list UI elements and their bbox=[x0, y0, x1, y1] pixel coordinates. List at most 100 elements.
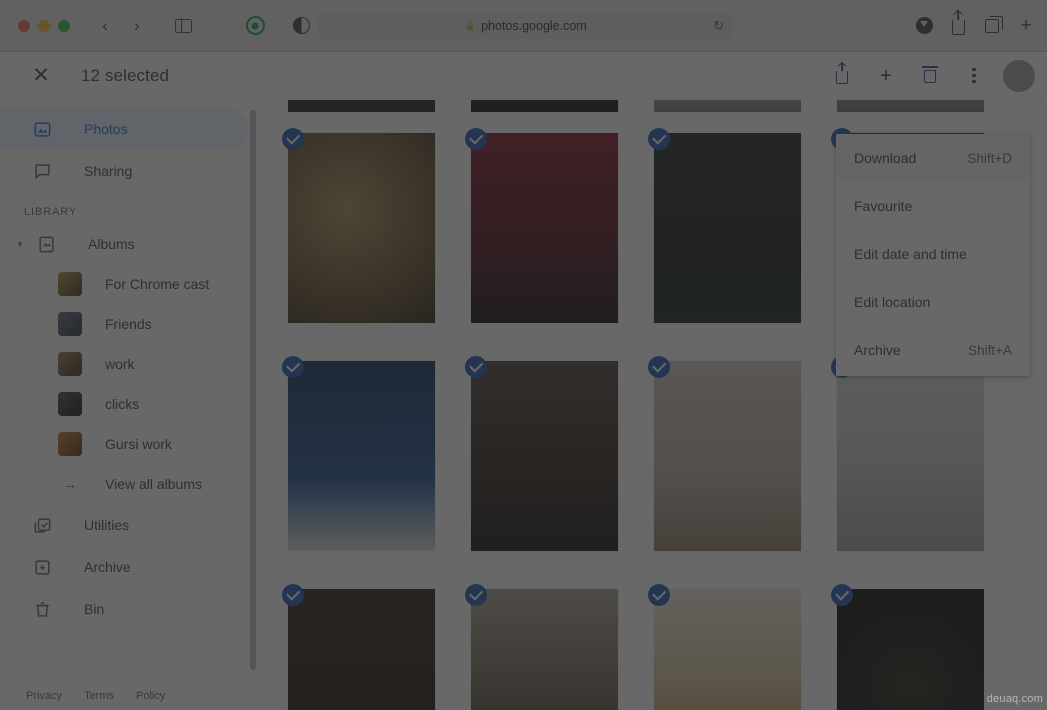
sidebar-item-label: Utilities bbox=[84, 517, 130, 533]
reader-contrast-button[interactable] bbox=[286, 13, 316, 39]
add-to-album-button[interactable]: + bbox=[871, 61, 901, 91]
plus-icon: + bbox=[880, 64, 892, 87]
photo-cell[interactable] bbox=[439, 584, 622, 710]
album-label: Gursi work bbox=[105, 436, 172, 452]
sidebar-item-albums[interactable]: ▾ Albums bbox=[0, 224, 256, 264]
album-list-item[interactable]: Friends bbox=[0, 304, 256, 344]
menu-item-label: Archive bbox=[854, 342, 901, 358]
menu-item-label: Download bbox=[854, 150, 917, 166]
photo-cell[interactable] bbox=[439, 100, 622, 120]
photo-selected-checkmark[interactable] bbox=[648, 128, 670, 150]
photo-thumbnail[interactable] bbox=[288, 589, 435, 710]
photo-cell[interactable] bbox=[256, 100, 439, 120]
forward-button[interactable]: › bbox=[122, 13, 152, 39]
sidebar-item-archive[interactable]: Archive bbox=[0, 546, 248, 588]
album-list-item[interactable]: work bbox=[0, 344, 256, 384]
album-list-item[interactable]: clicks bbox=[0, 384, 256, 424]
bin-icon bbox=[30, 600, 54, 619]
minimize-window-button[interactable] bbox=[38, 19, 50, 32]
menu-item-label: Favourite bbox=[854, 198, 913, 214]
photo-thumbnail[interactable] bbox=[471, 589, 618, 710]
photo-selected-checkmark[interactable] bbox=[648, 584, 670, 606]
photo-selected-checkmark[interactable] bbox=[282, 584, 304, 606]
avatar[interactable] bbox=[1003, 59, 1035, 92]
chevron-right-icon: › bbox=[134, 16, 140, 35]
new-tab-button[interactable]: + bbox=[1011, 13, 1041, 39]
downloads-button[interactable] bbox=[909, 13, 939, 39]
menu-item-edit-location[interactable]: Edit location bbox=[836, 278, 1030, 326]
share-button[interactable] bbox=[943, 13, 973, 39]
sidebar-item-utilities[interactable]: Utilities bbox=[0, 504, 248, 546]
photo-cell[interactable] bbox=[622, 356, 805, 584]
photo-selected-checkmark[interactable] bbox=[465, 356, 487, 378]
contrast-icon bbox=[292, 17, 310, 34]
photo-cell[interactable] bbox=[805, 100, 988, 120]
photo-selected-checkmark[interactable] bbox=[282, 356, 304, 378]
photo-cell[interactable] bbox=[256, 128, 439, 356]
sidebar-item-label: Archive bbox=[84, 559, 131, 575]
reload-icon[interactable]: ↻ bbox=[713, 18, 724, 34]
maximize-window-button[interactable] bbox=[58, 19, 70, 32]
clear-selection-button[interactable]: ✕ bbox=[28, 63, 54, 89]
photo-selected-checkmark[interactable] bbox=[831, 584, 853, 606]
photo-thumbnail[interactable] bbox=[654, 589, 801, 710]
photo-cell[interactable] bbox=[256, 356, 439, 584]
menu-item-download[interactable]: Download Shift+D bbox=[836, 134, 1030, 182]
policy-link[interactable]: Policy bbox=[136, 690, 165, 702]
sidebar-item-bin[interactable]: Bin bbox=[0, 588, 248, 630]
photo-thumbnail[interactable] bbox=[654, 361, 801, 551]
more-options-button[interactable] bbox=[959, 61, 989, 91]
tab-overview-button[interactable] bbox=[977, 13, 1007, 39]
photo-selected-checkmark[interactable] bbox=[465, 128, 487, 150]
photo-thumbnail[interactable] bbox=[471, 133, 618, 323]
photo-thumbnail[interactable] bbox=[837, 100, 984, 112]
extension-green-circle-icon bbox=[245, 16, 265, 35]
terms-link[interactable]: Terms bbox=[84, 690, 114, 702]
share-icon bbox=[836, 70, 848, 84]
sidebar-item-photos[interactable]: Photos bbox=[0, 108, 248, 150]
photo-thumbnail[interactable] bbox=[837, 589, 984, 710]
photo-selected-checkmark[interactable] bbox=[648, 356, 670, 378]
album-list-item[interactable]: Gursi work bbox=[0, 424, 256, 464]
sidebar-toggle-button[interactable] bbox=[168, 13, 198, 39]
photo-cell[interactable] bbox=[622, 128, 805, 356]
photo-cell[interactable] bbox=[805, 584, 988, 710]
menu-item-favourite[interactable]: Favourite bbox=[836, 182, 1030, 230]
menu-item-shortcut: Shift+A bbox=[968, 342, 1012, 358]
photo-cell[interactable] bbox=[256, 584, 439, 710]
album-list-item[interactable]: For Chrome cast bbox=[0, 264, 256, 304]
close-window-button[interactable] bbox=[18, 19, 30, 32]
chevron-down-icon[interactable]: ▾ bbox=[10, 239, 30, 250]
photo-cell[interactable] bbox=[622, 100, 805, 120]
photo-thumbnail[interactable] bbox=[654, 133, 801, 323]
extension-button[interactable] bbox=[240, 13, 270, 39]
selection-actions: + bbox=[827, 59, 1035, 92]
photo-thumbnail[interactable] bbox=[837, 361, 984, 551]
menu-item-archive[interactable]: Archive Shift+A bbox=[836, 326, 1030, 374]
photo-cell[interactable] bbox=[622, 584, 805, 710]
photo-thumbnail[interactable] bbox=[288, 133, 435, 323]
sidebar-item-view-all-albums[interactable]: → View all albums bbox=[0, 464, 256, 504]
tabs-icon bbox=[985, 15, 1003, 33]
photo-thumbnail[interactable] bbox=[288, 361, 435, 551]
address-bar[interactable]: 🔒 photos.google.com ↻ bbox=[318, 12, 733, 39]
back-button[interactable]: ‹ bbox=[90, 13, 120, 39]
share-action-button[interactable] bbox=[827, 61, 857, 91]
privacy-link[interactable]: Privacy bbox=[26, 690, 62, 702]
photo-cell[interactable] bbox=[805, 356, 988, 584]
photo-thumbnail[interactable] bbox=[471, 100, 618, 112]
menu-item-edit-date-and-time[interactable]: Edit date and time bbox=[836, 230, 1030, 278]
sidebar-item-sharing[interactable]: Sharing bbox=[0, 150, 248, 192]
photo-selected-checkmark[interactable] bbox=[282, 128, 304, 150]
photo-thumbnail[interactable] bbox=[288, 100, 435, 112]
photo-thumbnail[interactable] bbox=[654, 100, 801, 112]
chevron-left-icon: ‹ bbox=[102, 16, 108, 35]
photo-selected-checkmark[interactable] bbox=[465, 584, 487, 606]
photo-cell[interactable] bbox=[439, 356, 622, 584]
trash-icon bbox=[922, 66, 938, 83]
delete-action-button[interactable] bbox=[915, 61, 945, 91]
album-thumbnail bbox=[58, 272, 82, 296]
download-icon bbox=[915, 17, 933, 34]
photo-cell[interactable] bbox=[439, 128, 622, 356]
photo-thumbnail[interactable] bbox=[471, 361, 618, 551]
